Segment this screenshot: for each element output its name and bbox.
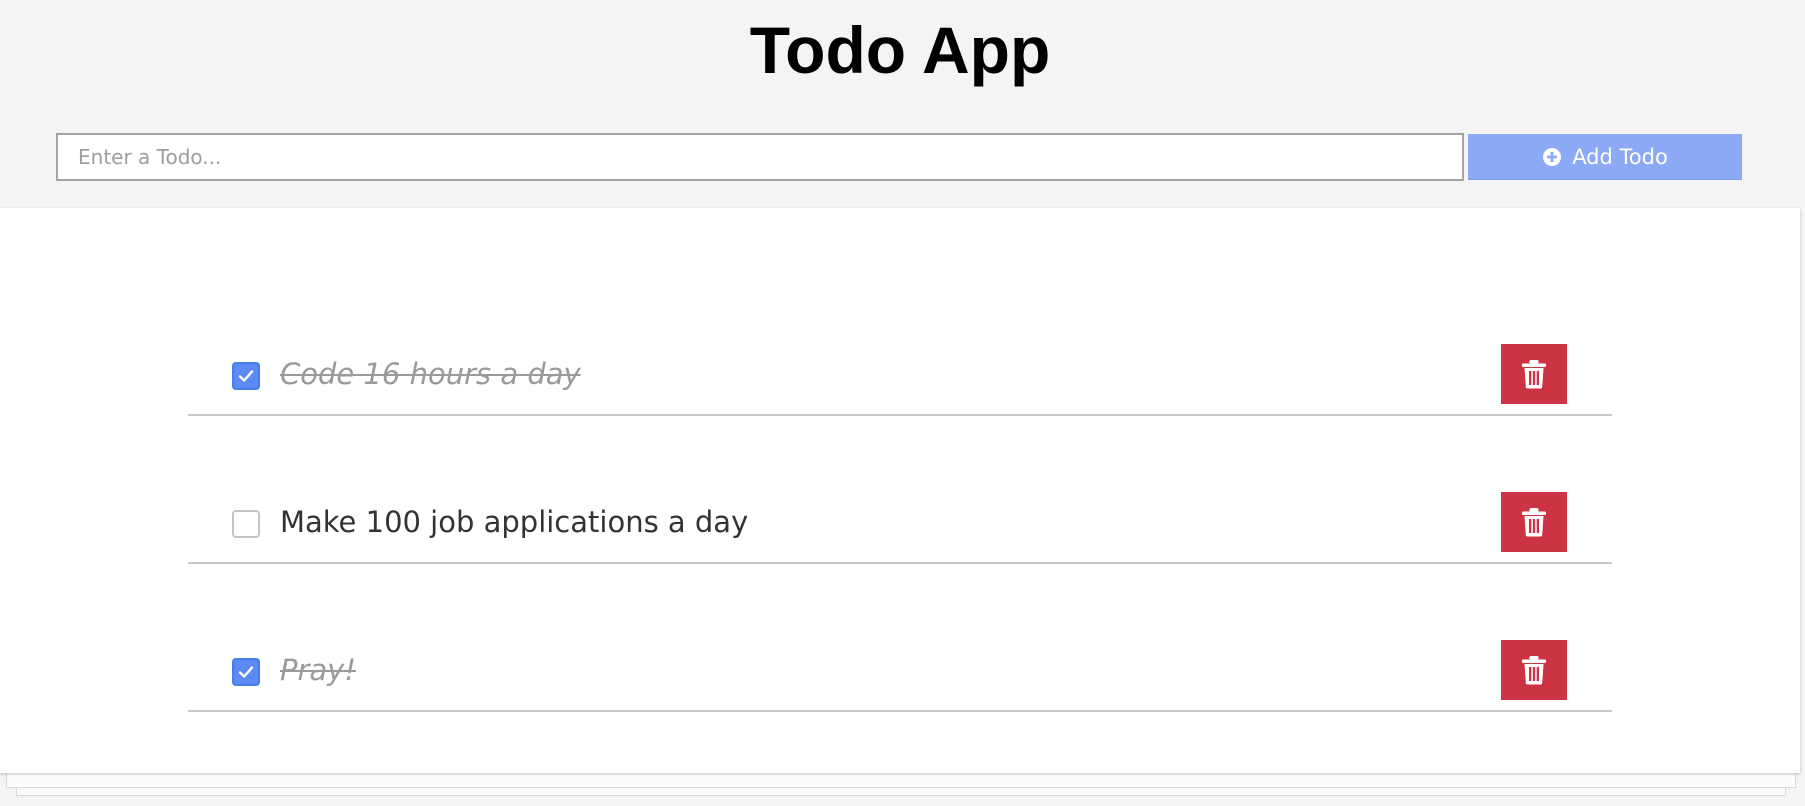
todo-item: Code 16 hours a day <box>188 334 1612 416</box>
todo-text: Pray! <box>280 653 356 687</box>
delete-todo-button[interactable] <box>1501 344 1567 404</box>
trash-icon <box>1521 359 1547 389</box>
todo-text: Make 100 job applications a day <box>280 505 749 539</box>
add-todo-label: Add Todo <box>1572 144 1668 169</box>
plus-circle-icon <box>1542 147 1562 167</box>
todo-list: Code 16 hours a day Make 100 job applica… <box>0 208 1800 773</box>
todo-checkbox[interactable] <box>232 362 260 390</box>
trash-icon <box>1521 655 1547 685</box>
todo-text: Code 16 hours a day <box>280 357 581 391</box>
delete-todo-button[interactable] <box>1501 640 1567 700</box>
trash-icon <box>1521 507 1547 537</box>
todo-item: Make 100 job applications a day <box>188 482 1612 564</box>
todo-input[interactable] <box>56 133 1464 181</box>
todo-checkbox[interactable] <box>232 510 260 538</box>
add-todo-button[interactable]: Add Todo <box>1468 134 1742 180</box>
delete-todo-button[interactable] <box>1501 492 1567 552</box>
check-icon <box>238 370 254 382</box>
todo-item: Pray! <box>188 630 1612 712</box>
check-icon <box>238 666 254 678</box>
page-title: Todo App <box>749 13 1051 87</box>
todo-checkbox[interactable] <box>232 658 260 686</box>
todo-form: Add Todo <box>56 133 1742 181</box>
